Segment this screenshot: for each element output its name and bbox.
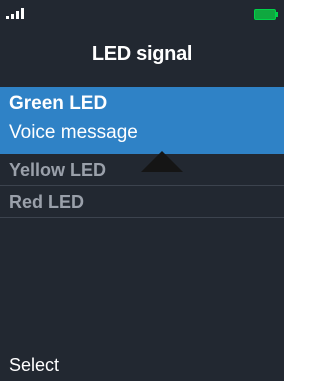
signal-strength-icon: [6, 8, 24, 19]
battery-icon: [254, 9, 278, 20]
list-item-label: Red LED: [9, 192, 85, 212]
list-item-label: Green LED: [9, 93, 108, 114]
phone-screen: LED signal Green LED Voice message Yello…: [0, 0, 284, 381]
list-item-green-led[interactable]: Green LED Voice message: [0, 87, 284, 154]
page-title: LED signal: [91, 43, 193, 65]
pointer-triangle-icon: [141, 151, 183, 172]
select-softkey[interactable]: Select: [9, 355, 59, 376]
list-item-label: Yellow LED: [9, 160, 107, 180]
list-item-red-led[interactable]: Red LED: [0, 186, 284, 218]
list-item-value: Voice message: [9, 122, 138, 143]
